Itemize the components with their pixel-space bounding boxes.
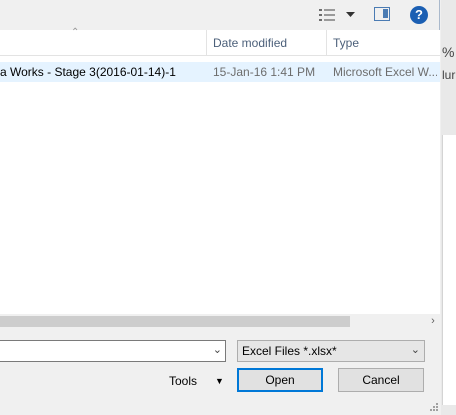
column-divider[interactable] xyxy=(206,30,207,56)
tools-label: Tools xyxy=(169,374,198,388)
file-type-selected: Excel Files *.xlsx* xyxy=(242,344,337,358)
file-name: a Works - Stage 3(2016-01-14)-1 xyxy=(0,65,176,79)
open-button[interactable]: Open xyxy=(237,368,323,392)
chevron-down-icon[interactable]: ⌄ xyxy=(213,343,222,356)
background-text-1: % xyxy=(442,44,455,60)
triangle-down-icon: ▼ xyxy=(215,376,224,386)
file-list-header: ⌃ Date modified Type xyxy=(0,27,440,56)
cancel-button[interactable]: Cancel xyxy=(338,368,424,392)
background-text-2: lur xyxy=(442,68,456,82)
scrollbar-thumb[interactable] xyxy=(0,316,350,327)
column-header-date-modified[interactable]: Date modified xyxy=(213,36,287,50)
resize-grip-icon[interactable] xyxy=(429,402,439,412)
dialog-footer: ⌄ Excel Files *.xlsx* ⌄ Tools ▼ Open Can… xyxy=(0,329,440,415)
file-name-input[interactable]: ⌄ xyxy=(0,340,226,362)
column-header-type[interactable]: Type xyxy=(333,36,359,50)
column-divider[interactable] xyxy=(326,30,327,56)
sort-up-icon: ⌃ xyxy=(71,27,80,38)
preview-pane-icon[interactable] xyxy=(374,7,390,21)
horizontal-scrollbar[interactable]: › xyxy=(0,314,440,329)
background-panel xyxy=(442,135,456,405)
file-list: ⌃ Date modified Type a Works - Stage 3(2… xyxy=(0,27,440,316)
file-date-modified: 15-Jan-16 1:41 PM xyxy=(213,65,316,79)
chevron-down-icon: ⌄ xyxy=(410,344,420,356)
chevron-down-icon xyxy=(346,12,355,17)
scroll-right-icon[interactable]: › xyxy=(426,314,440,329)
file-type-select[interactable]: Excel Files *.xlsx* ⌄ xyxy=(237,340,425,362)
open-file-dialog: ? ⌃ Date modified Type a Works - Stage 3… xyxy=(0,0,440,415)
file-row[interactable]: a Works - Stage 3(2016-01-14)-1 15-Jan-1… xyxy=(0,62,440,82)
background-window: % lur xyxy=(441,0,456,415)
help-icon[interactable]: ? xyxy=(410,6,428,24)
tools-menu-button[interactable]: Tools ▼ xyxy=(169,373,224,389)
details-view-icon xyxy=(319,9,335,21)
file-type: Microsoft Excel W... xyxy=(333,65,437,79)
dialog-toolbar: ? xyxy=(0,0,440,30)
change-view-button[interactable] xyxy=(318,6,358,24)
